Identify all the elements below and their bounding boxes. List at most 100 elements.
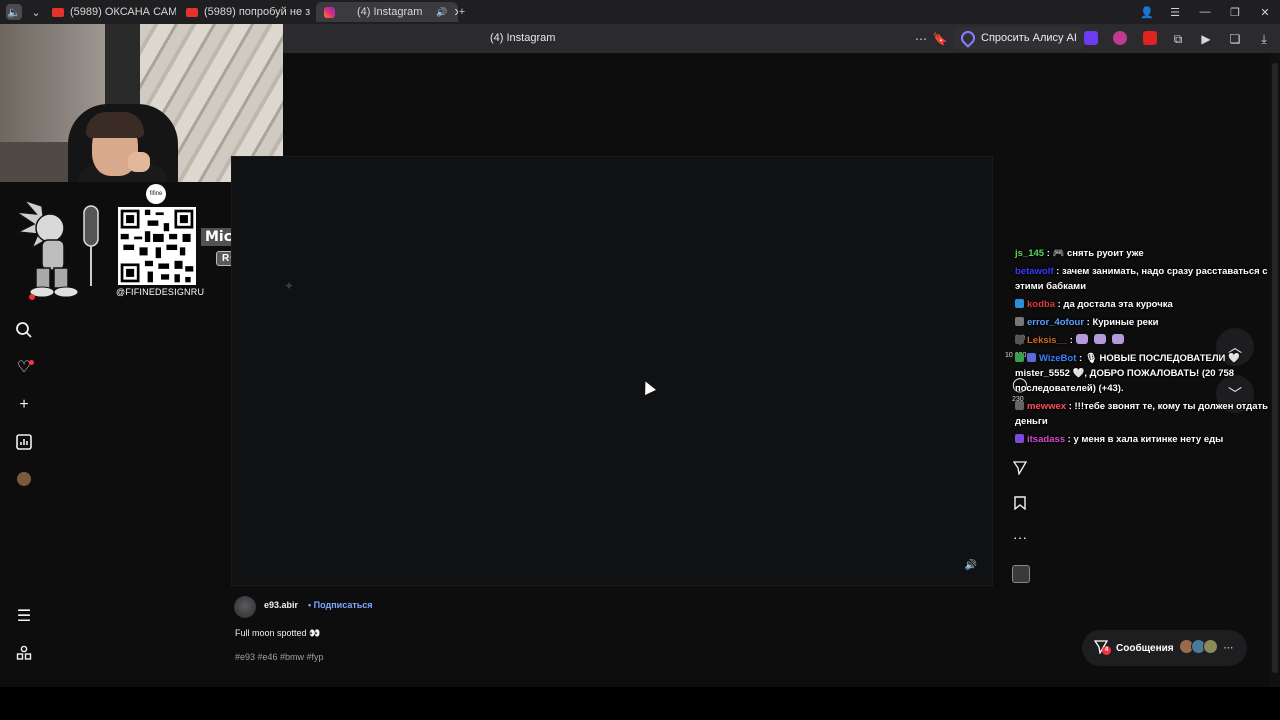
media-play-icon[interactable]: ▶ xyxy=(1198,31,1214,47)
restore-icon[interactable]: ❐ xyxy=(1220,0,1250,24)
post-caption: Full moon spotted 👀 xyxy=(235,628,321,638)
chat-emote-icon xyxy=(1093,334,1106,344)
tab-label: (4) Instagram xyxy=(357,6,423,18)
chat-message: itsadass : у меня в хала китинке нету ед… xyxy=(1015,432,1277,447)
more-options-icon[interactable]: ··· xyxy=(1010,527,1030,547)
chat-username: error_4ofour xyxy=(1027,317,1085,328)
bookmark-icon[interactable]: 🔖 xyxy=(932,31,948,47)
chat-message: error_4ofour : Куриные реки xyxy=(1015,315,1277,330)
download-icon[interactable]: ⤓ xyxy=(1256,31,1272,47)
chat-username: betawolf xyxy=(1015,266,1054,277)
profile-avatar[interactable] xyxy=(14,469,34,489)
audio-thumbnail[interactable] xyxy=(1012,565,1030,583)
volume-icon[interactable]: 🔊 xyxy=(963,557,979,573)
new-tab-icon[interactable]: + xyxy=(454,4,470,20)
chat-message: betawolf : зачем занимать, надо сразу ра… xyxy=(1015,264,1277,294)
extension-icon[interactable] xyxy=(1143,31,1157,45)
chat-text: : да достала эта курочка xyxy=(1057,299,1173,310)
save-bookmark-icon[interactable] xyxy=(1010,493,1030,513)
bottom-strip xyxy=(0,687,1280,720)
alice-icon xyxy=(958,28,978,48)
extension-icon[interactable] xyxy=(1113,31,1127,45)
chat-message: mewwex : !!!тебе звонят те, кому ты долж… xyxy=(1015,399,1277,429)
chat-badge-icon xyxy=(1015,299,1024,308)
ask-alice-button[interactable]: Спросить Алису AI xyxy=(953,27,1085,49)
post-hashtags[interactable]: #e93 #e46 #bmw #fyp xyxy=(235,652,324,662)
tab-instagram[interactable]: (4) Instagram 🔊 ✕ xyxy=(316,2,458,22)
messages-button[interactable]: 4 Сообщения ··· xyxy=(1082,630,1247,666)
speaker-icon[interactable]: 🔊 xyxy=(436,7,447,18)
messages-label: Сообщения xyxy=(1116,642,1174,654)
message-avatars xyxy=(1178,639,1218,657)
chat-badge-icon xyxy=(1027,353,1036,362)
fifine-logo: fifine xyxy=(146,184,166,204)
also-from-meta-icon[interactable] xyxy=(14,643,34,663)
chat-badge-icon xyxy=(1015,353,1024,362)
sponsor-handle: @FIFINEDESIGNRU xyxy=(116,287,205,297)
chat-badge-icon xyxy=(1015,317,1024,326)
chat-username: WizeBot xyxy=(1039,353,1077,364)
chat-text: : у меня в хала китинке нету еды xyxy=(1067,434,1224,445)
webcam-person xyxy=(86,112,144,138)
chat-username: Leksis__ xyxy=(1027,335,1068,346)
follow-button[interactable]: • Подписаться xyxy=(308,600,373,610)
alice-label: Спросить Алису AI xyxy=(981,32,1077,44)
chat-message: Leksis__ : xyxy=(1015,333,1277,348)
close-window-icon[interactable]: ✕ xyxy=(1250,0,1280,24)
chat-badge-icon xyxy=(1015,335,1024,344)
profile-icon[interactable]: 👤 xyxy=(1132,0,1162,24)
chat-badge-icon xyxy=(1015,401,1024,410)
chat-message: js_145 : 🎮 снять руоит уже xyxy=(1015,246,1277,261)
chat-username: kodba xyxy=(1027,299,1055,310)
minimize-icon[interactable]: — xyxy=(1190,0,1220,24)
tabs-dropdown-icon[interactable]: ⌄ xyxy=(28,4,44,20)
tab-youtube-1[interactable]: (5989) ОКСАНА САМОЙ xyxy=(52,2,176,22)
chat-username: mewwex xyxy=(1027,401,1067,412)
reel-video[interactable] xyxy=(231,156,993,586)
tab-audio-icon[interactable]: 🔈 xyxy=(6,4,22,20)
youtube-icon xyxy=(186,7,198,17)
extension-icon[interactable] xyxy=(1084,31,1098,45)
chat-emote-icon xyxy=(1075,334,1088,344)
browser-tab-bar: 🔈 ⌄ (5989) ОКСАНА САМОЙ (5989) попробуй … xyxy=(0,0,1280,24)
instagram-icon xyxy=(324,6,335,18)
create-plus-icon[interactable]: + xyxy=(14,395,34,415)
tab-label: (5989) ОКСАНА САМОЙ xyxy=(70,6,176,18)
stream-chat-overlay: js_145 : 🎮 снять руоит уже betawolf : за… xyxy=(1015,246,1277,450)
separator-dot: • xyxy=(308,600,312,610)
more-icon[interactable]: ⋯ xyxy=(913,31,929,47)
chat-text: : 🎮 снять руоит уже xyxy=(1046,248,1144,259)
more-icon: ··· xyxy=(1223,642,1234,654)
chat-message: WizeBot : 🎙 НОВЫЕ ПОСЛЕДОВАТЕЛИ 🤍 mister… xyxy=(1015,351,1277,396)
messages-badge: 4 xyxy=(1102,645,1111,655)
notification-dot xyxy=(29,360,34,365)
chat-badge-icon xyxy=(1015,434,1024,443)
chat-message: kodba : да достала эта курочка xyxy=(1015,297,1277,312)
page-title: (4) Instagram xyxy=(490,32,556,44)
qr-code-image[interactable] xyxy=(118,207,196,285)
notifications-heart-icon[interactable]: ♡ xyxy=(14,357,34,377)
search-icon[interactable] xyxy=(14,320,34,340)
chat-text: : Куриные реки xyxy=(1086,317,1159,328)
chat-username: itsadass xyxy=(1027,434,1066,445)
chat-emote-icon xyxy=(1111,334,1124,344)
dashboard-icon[interactable] xyxy=(14,432,34,452)
sponsor-character-image xyxy=(15,198,99,300)
author-avatar[interactable] xyxy=(234,596,256,618)
direct-messages-icon: 4 xyxy=(1093,639,1111,657)
chat-username: js_145 xyxy=(1015,248,1045,259)
share-send-icon[interactable] xyxy=(1010,458,1030,478)
tab-label: (5989) попробуй не засм xyxy=(204,6,310,18)
avatar xyxy=(1202,639,1218,654)
extensions-puzzle-icon[interactable]: ⧉ xyxy=(1170,31,1186,47)
more-menu-icon[interactable]: ☰ xyxy=(14,606,34,626)
author-username[interactable]: e93.abir xyxy=(264,600,298,610)
follow-label: Подписаться xyxy=(313,600,373,610)
webcam-person xyxy=(128,152,150,172)
chat-text: : xyxy=(1069,335,1073,346)
youtube-icon xyxy=(52,7,64,17)
collections-icon[interactable]: ❏ xyxy=(1227,31,1243,47)
menu-icon[interactable]: ☰ xyxy=(1160,0,1190,24)
tab-youtube-2[interactable]: (5989) попробуй не засм xyxy=(186,2,310,22)
sparkle-icon: ✦ xyxy=(284,279,295,293)
